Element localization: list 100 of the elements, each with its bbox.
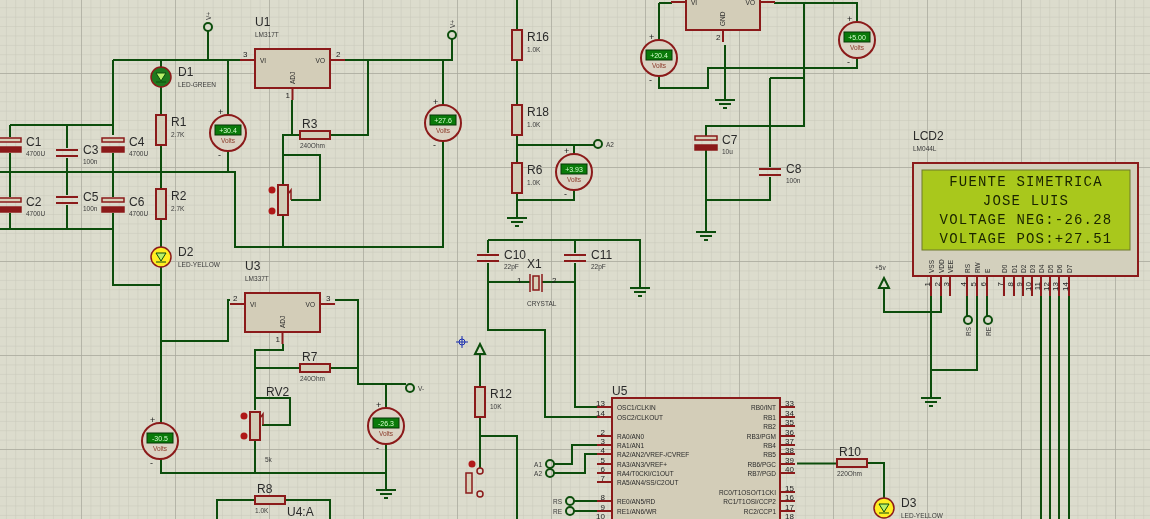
- component-label: U5: [612, 384, 628, 398]
- component-label: D1: [178, 65, 194, 79]
- potentiometer-symbol: [277, 184, 292, 216]
- pin-number: 8: [600, 493, 605, 502]
- component-label: C8: [786, 162, 802, 176]
- pin-number: 1: [275, 335, 280, 344]
- pin-number: 2: [716, 33, 721, 42]
- pin-number: 10: [1023, 282, 1033, 291]
- pin-number: 16: [785, 493, 794, 502]
- pin-number: 6: [600, 465, 605, 474]
- component-label: C5: [83, 190, 99, 204]
- component-label: R7: [302, 350, 318, 364]
- polarity-sign: +: [376, 400, 382, 410]
- pin-number: 1: [517, 276, 522, 285]
- capacitor-symbol: [758, 168, 782, 176]
- pin-marker: [268, 207, 276, 215]
- resistor-symbol: [836, 458, 868, 468]
- pin-number: 17: [785, 503, 794, 512]
- resistor-symbol: [511, 29, 523, 61]
- pin-number: 2: [233, 294, 238, 303]
- ground-symbol: [920, 397, 942, 407]
- meter-display: [146, 432, 174, 444]
- power-arrow-symbol: [877, 275, 891, 289]
- component-label: U1: [255, 15, 271, 29]
- resistor-symbol: [511, 104, 523, 136]
- wire: [516, 0, 518, 31]
- polarity-sign: +: [433, 97, 439, 107]
- pin-number: 35: [785, 418, 794, 427]
- pin-number: 9: [600, 503, 605, 512]
- polarity-sign: +: [847, 14, 853, 24]
- ground-symbol: [695, 231, 717, 241]
- capacitor-symbol: [476, 254, 500, 262]
- resistor-symbol: [299, 130, 331, 140]
- meter-display: [429, 114, 457, 126]
- resistor-symbol: [474, 386, 486, 418]
- component-label: RV2: [266, 385, 290, 399]
- electrolytic-capacitor-symbol: [0, 197, 22, 213]
- crystal-symbol: [529, 273, 543, 293]
- component-label: R18: [527, 105, 549, 119]
- meter-display: [560, 163, 588, 175]
- pin-number: 4: [600, 446, 605, 455]
- polarity-sign: +: [649, 32, 655, 42]
- pin-marker: [240, 432, 248, 440]
- lcd-text-line: VOLTAGE POS:+27.51: [939, 231, 1113, 247]
- electrolytic-capacitor-symbol: [694, 135, 718, 151]
- pin-number: 7: [600, 474, 605, 483]
- polarity-sign: -: [376, 443, 379, 453]
- power-arrow-symbol: [473, 341, 487, 355]
- resistor-symbol: [511, 162, 523, 194]
- pin-number: 12: [1041, 282, 1051, 291]
- pin-number: 39: [785, 456, 794, 465]
- electrolytic-capacitor-symbol: [101, 197, 125, 213]
- component-label: R2: [171, 189, 187, 203]
- ground-symbol: [629, 287, 651, 297]
- terminal-symbol: [447, 30, 457, 40]
- ground-symbol: [506, 217, 528, 227]
- pin-number: 3: [326, 294, 331, 303]
- pin-number: 10: [596, 512, 605, 519]
- pin-number: 3: [600, 437, 605, 446]
- resistor-symbol: [299, 363, 331, 373]
- pin-number: 1: [922, 282, 932, 287]
- crosshair-icon: [455, 335, 469, 349]
- pin-number: 7: [995, 282, 1005, 287]
- pin-number: 2: [932, 282, 942, 287]
- component-label: R12: [490, 387, 512, 401]
- pin-number: 15: [785, 484, 794, 493]
- wire: [284, 499, 331, 519]
- component-label: C11: [591, 248, 613, 262]
- resistor-symbol: [155, 114, 167, 146]
- lcd-text-line: FUENTE SIMETRICA: [949, 174, 1103, 190]
- polarity-sign: +: [564, 146, 570, 156]
- pin-number: 9: [1014, 282, 1024, 287]
- wire: [573, 510, 598, 512]
- pin-number: 4: [958, 282, 968, 287]
- polarity-sign: +: [150, 415, 156, 425]
- ground-symbol: [714, 99, 736, 109]
- lcd-text-line: VOLTAGE NEG:-26.28: [939, 212, 1113, 228]
- pin-number: 1: [285, 91, 290, 100]
- potentiometer-symbol: [249, 411, 264, 441]
- polarity-sign: -: [847, 57, 850, 67]
- pin-number: 34: [785, 409, 794, 418]
- component-label: C10: [504, 248, 526, 262]
- wire: [986, 294, 988, 317]
- ground-symbol: [375, 489, 397, 499]
- pin-number: 33: [785, 399, 794, 408]
- pin-number: 6: [978, 282, 988, 287]
- pin-number: 2: [600, 428, 605, 437]
- polarity-sign: -: [150, 458, 153, 468]
- resistor-symbol: [155, 188, 167, 220]
- pin-number: 14: [596, 409, 605, 418]
- component-label: R16: [527, 30, 549, 44]
- pin-marker: [240, 412, 248, 420]
- component-label: U3: [245, 259, 261, 273]
- electrolytic-capacitor-symbol: [0, 137, 22, 153]
- pin-number: 38: [785, 446, 794, 455]
- component-label: X1: [527, 257, 542, 271]
- pin-number: 3: [941, 282, 951, 287]
- component-label: R1: [171, 115, 187, 129]
- pin-number: 14: [1060, 282, 1070, 291]
- pin-number: 2: [552, 276, 557, 285]
